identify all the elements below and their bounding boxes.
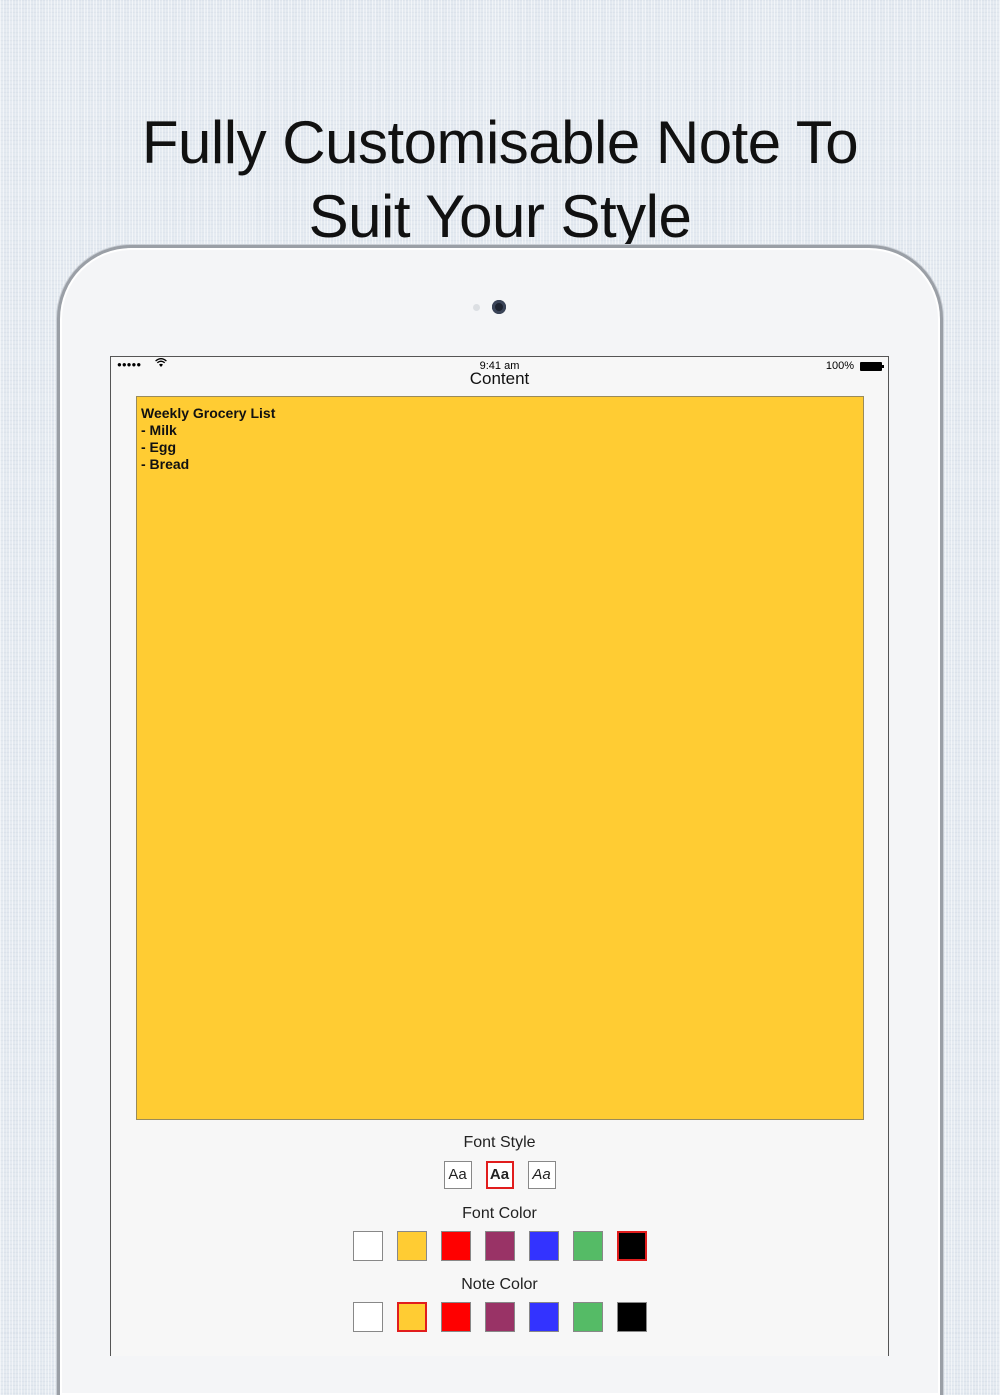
note-line-item: - Milk bbox=[141, 422, 177, 438]
note-color-swatch[interactable] bbox=[352, 1302, 383, 1332]
note-color-swatch[interactable] bbox=[616, 1302, 647, 1332]
note-editor[interactable]: Weekly Grocery List - Milk - Egg - Bread bbox=[136, 396, 864, 1120]
note-line-item: - Egg bbox=[141, 439, 176, 455]
nav-title: Content bbox=[469, 369, 530, 388]
note-color-label: Note Color bbox=[461, 1276, 538, 1293]
light-sensor bbox=[473, 304, 480, 311]
headline-line-2: Suit Your Style bbox=[308, 183, 692, 251]
note-line-title: Weekly Grocery List bbox=[141, 405, 276, 421]
font-color-options bbox=[111, 1231, 888, 1263]
font-color-swatch[interactable] bbox=[484, 1231, 515, 1261]
note-color-swatch[interactable] bbox=[396, 1302, 427, 1332]
font-color-swatch[interactable] bbox=[528, 1231, 559, 1261]
font-style-italic-button[interactable]: Aa bbox=[527, 1161, 556, 1189]
front-camera-icon bbox=[492, 300, 506, 314]
marketing-headline: Fully Customisable Note To Suit Your Sty… bbox=[0, 106, 1000, 254]
font-color-swatch[interactable] bbox=[396, 1231, 427, 1261]
font-color-swatch[interactable] bbox=[616, 1231, 647, 1261]
font-style-label: Font Style bbox=[463, 1134, 536, 1151]
note-color-swatch[interactable] bbox=[484, 1302, 515, 1332]
note-line-item: - Bread bbox=[141, 456, 190, 472]
font-style-options: Aa Aa Aa bbox=[111, 1161, 888, 1193]
note-color-swatch[interactable] bbox=[528, 1302, 559, 1332]
app-screen: ●●●●● 9:41 am 100% Content Weekly Grocer… bbox=[110, 356, 889, 1356]
note-color-swatch[interactable] bbox=[572, 1302, 603, 1332]
font-color-label: Font Color bbox=[462, 1205, 537, 1222]
note-color-swatch[interactable] bbox=[440, 1302, 471, 1332]
font-color-swatch[interactable] bbox=[572, 1231, 603, 1261]
font-style-bold-button[interactable]: Aa bbox=[485, 1161, 514, 1189]
font-style-regular-button[interactable]: Aa bbox=[443, 1161, 472, 1189]
font-color-swatch[interactable] bbox=[440, 1231, 471, 1261]
note-color-options bbox=[111, 1302, 888, 1334]
font-color-swatch[interactable] bbox=[352, 1231, 383, 1261]
headline-line-1: Fully Customisable Note To bbox=[141, 109, 859, 177]
